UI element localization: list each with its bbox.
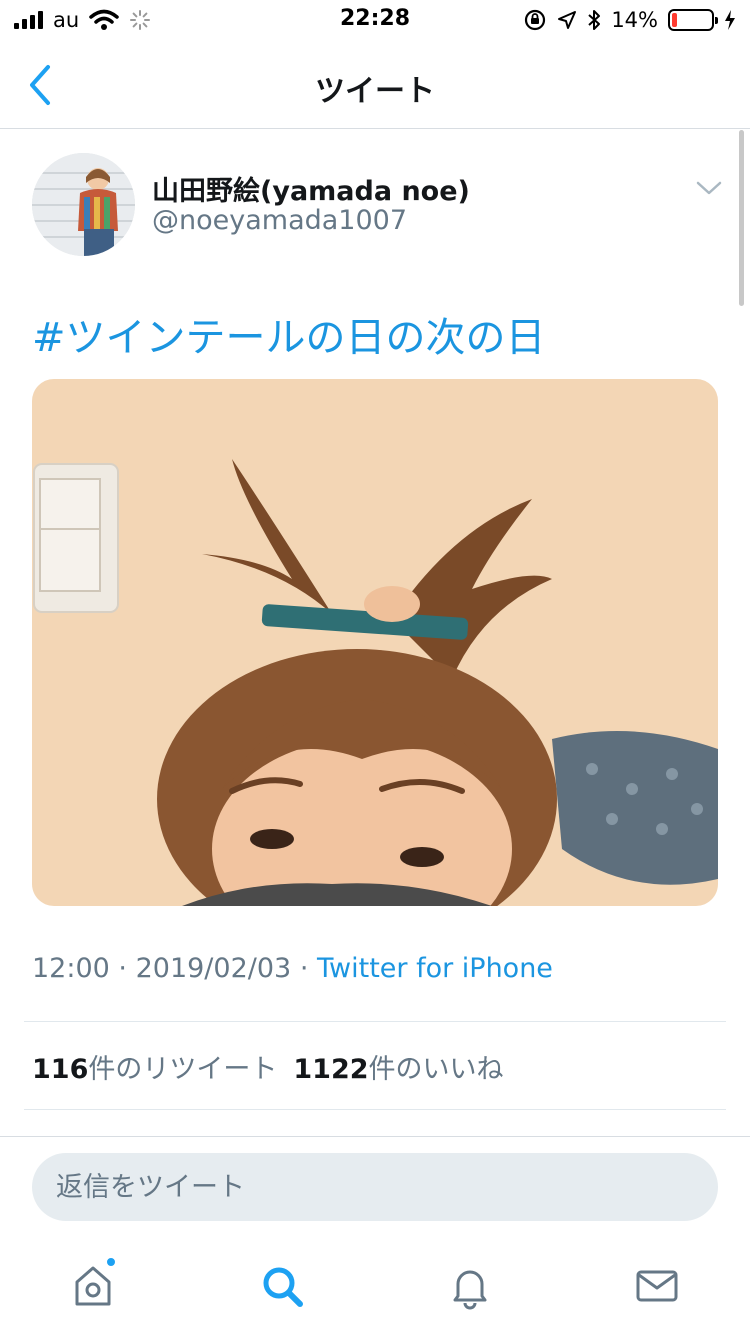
tweet-hashtag[interactable]: #ツインテールの日の次の日 — [32, 305, 546, 363]
battery-icon — [668, 9, 718, 31]
battery-level-fill — [672, 13, 678, 27]
divider — [24, 1109, 726, 1110]
like-label: 件のいいね — [368, 1054, 504, 1085]
tab-search[interactable] — [252, 1256, 312, 1316]
mail-icon — [636, 1270, 678, 1302]
charging-icon — [725, 10, 735, 30]
like-stat[interactable]: 1122件のいいね — [293, 1054, 503, 1085]
tweet-stats: 116件のリツイート 1122件のいいね — [32, 1047, 504, 1086]
tab-bar — [0, 1236, 750, 1334]
meta-separator-2: · — [299, 953, 309, 984]
tweet-photo[interactable] — [32, 379, 718, 906]
status-bar: au 22:28 14% — [0, 0, 750, 40]
tab-notifications[interactable] — [440, 1256, 500, 1316]
author-name[interactable]: 山田野絵(yamada noe) — [152, 169, 470, 208]
retweet-label: 件のリツイート — [88, 1054, 278, 1085]
reply-input[interactable] — [32, 1153, 718, 1221]
more-options-button[interactable] — [694, 177, 724, 199]
notification-dot — [105, 1256, 117, 1268]
battery-percent: 14% — [611, 8, 658, 32]
divider — [24, 1021, 726, 1022]
reply-bar — [0, 1136, 750, 1236]
nav-bar: ツイート — [0, 40, 750, 129]
tweet-time: 12:00 — [32, 953, 110, 984]
chevron-down-icon — [696, 181, 722, 195]
like-count: 1122 — [293, 1054, 369, 1085]
tweet-source-link[interactable]: Twitter for iPhone — [317, 953, 553, 984]
avatar-image — [32, 153, 135, 256]
bluetooth-icon — [588, 10, 601, 30]
tweet-meta: 12:00 · 2019/02/03 · Twitter for iPhone — [32, 953, 553, 984]
retweet-count: 116 — [32, 1054, 89, 1085]
tweet-date: 2019/02/03 — [135, 953, 292, 984]
retweet-stat[interactable]: 116件のリツイート — [32, 1054, 277, 1085]
status-right: 14% — [523, 8, 736, 32]
meta-separator: · — [118, 953, 127, 984]
tab-messages[interactable] — [627, 1256, 687, 1316]
bell-icon — [453, 1270, 487, 1310]
location-icon — [558, 11, 577, 29]
page-title: ツイート — [315, 74, 435, 109]
scroll-indicator[interactable] — [739, 130, 744, 306]
avatar[interactable] — [32, 153, 135, 256]
search-icon — [263, 1267, 303, 1307]
author-handle[interactable]: @noeyamada1007 — [152, 205, 407, 236]
orientation-lock-icon — [525, 9, 546, 31]
tab-home[interactable] — [63, 1256, 123, 1316]
tweet-photo-image — [32, 379, 718, 906]
